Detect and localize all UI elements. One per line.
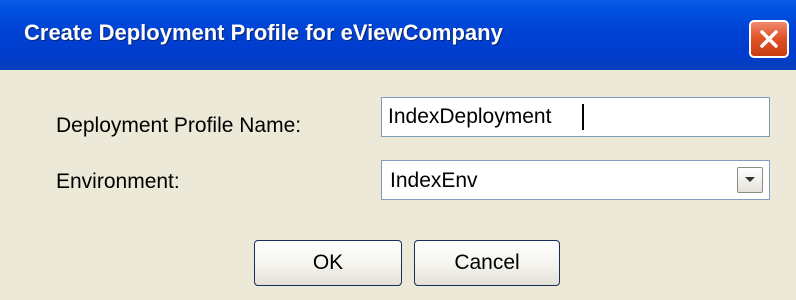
environment-value: IndexEnv bbox=[390, 169, 478, 192]
ok-button[interactable]: OK bbox=[254, 240, 402, 286]
environment-label: Environment: bbox=[56, 170, 180, 193]
text-caret bbox=[582, 104, 584, 130]
title-bar[interactable]: Create Deployment Profile for eViewCompa… bbox=[0, 0, 796, 70]
dropdown-button[interactable] bbox=[737, 167, 763, 193]
profile-name-input[interactable] bbox=[381, 97, 770, 137]
environment-select[interactable]: IndexEnv bbox=[381, 160, 770, 200]
chevron-down-icon bbox=[745, 177, 755, 182]
cancel-button[interactable]: Cancel bbox=[414, 240, 560, 286]
close-button[interactable] bbox=[749, 20, 789, 58]
window-title: Create Deployment Profile for eViewCompa… bbox=[24, 20, 503, 45]
close-icon bbox=[760, 30, 778, 48]
profile-name-label: Deployment Profile Name: bbox=[56, 114, 302, 137]
